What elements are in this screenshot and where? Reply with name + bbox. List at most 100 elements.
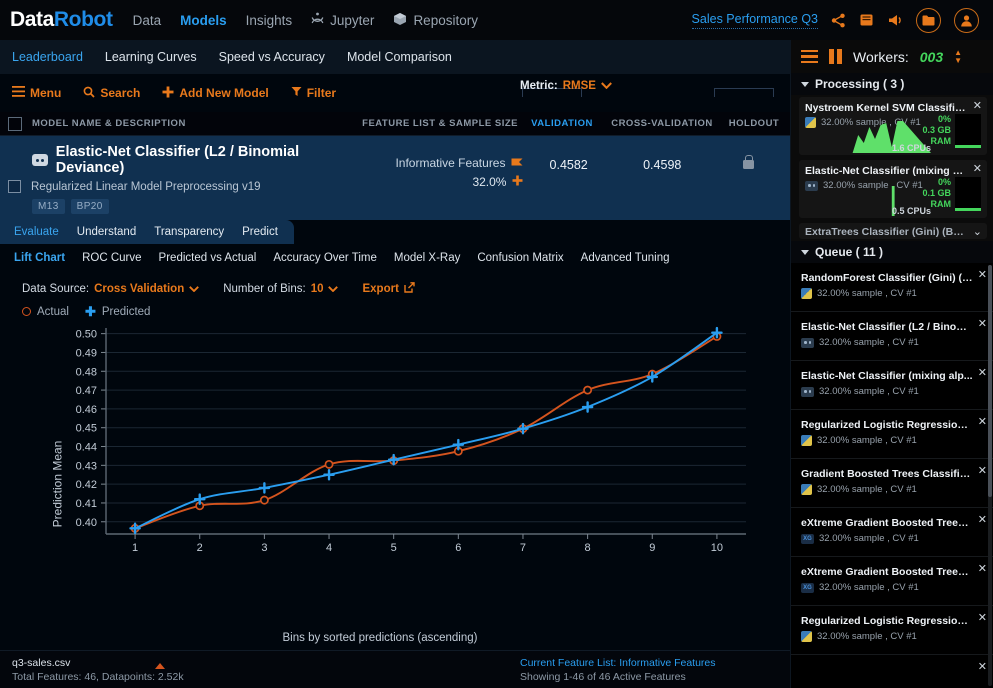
column-validation[interactable]: VALIDATION bbox=[518, 118, 606, 129]
list-item[interactable]: Regularized Logistic Regression (... 32.… bbox=[791, 606, 993, 655]
tab-confusion-matrix[interactable]: Confusion Matrix bbox=[477, 252, 563, 264]
column-feature-list: FEATURE LIST & SAMPLE SIZE bbox=[362, 118, 518, 129]
queue-model-name: RandomForest Classifier (Gini) (36) bbox=[801, 272, 973, 284]
close-icon[interactable]: ✕ bbox=[978, 660, 987, 673]
x-tick-label: 7 bbox=[520, 542, 526, 554]
list-item[interactable]: Gradient Boosted Trees Classifier... 32.… bbox=[791, 459, 993, 508]
processing-model-name: Nystroem Kernel SVM Classifier (... bbox=[805, 102, 981, 114]
legend-item-predicted[interactable]: ✚ Predicted bbox=[85, 305, 151, 318]
lock-icon[interactable] bbox=[742, 155, 754, 169]
chevron-down-icon[interactable]: ⌄ bbox=[973, 227, 982, 238]
tab-roc-curve[interactable]: ROC Curve bbox=[82, 252, 141, 264]
feature-list-value[interactable]: Informative Features bbox=[619, 657, 715, 669]
list-item[interactable]: Regularized Logistic Regression (... 32.… bbox=[791, 410, 993, 459]
queue-scrollbar[interactable] bbox=[988, 265, 992, 686]
tab-lift-chart[interactable]: Lift Chart bbox=[14, 252, 65, 264]
legend-item-actual[interactable]: Actual bbox=[22, 306, 69, 318]
table-row[interactable]: Elastic-Net Classifier (L2 / Binomial De… bbox=[0, 136, 790, 220]
nav-item-data[interactable]: Data bbox=[133, 13, 162, 28]
sidebar-menu-icon[interactable] bbox=[801, 49, 818, 64]
list-item[interactable]: Elastic-Net Classifier (L2 / Binomi... 3… bbox=[791, 312, 993, 361]
tab-accuracy-over-time[interactable]: Accuracy Over Time bbox=[273, 252, 377, 264]
plus-small-icon[interactable] bbox=[512, 175, 523, 189]
tab-predict[interactable]: Predict bbox=[242, 226, 278, 238]
model-checkbox[interactable] bbox=[8, 180, 21, 193]
main-content: Leaderboard Learning Curves Speed vs Acc… bbox=[0, 40, 790, 688]
pause-icon[interactable] bbox=[829, 49, 842, 64]
processing-card[interactable]: Elastic-Net Classifier (mixing alph... ✕… bbox=[799, 160, 987, 218]
megaphone-icon[interactable] bbox=[887, 13, 903, 27]
bins-selector[interactable]: Number of Bins: 10 bbox=[223, 283, 339, 295]
tab-model-xray[interactable]: Model X-Ray bbox=[394, 252, 460, 264]
scrollbar-thumb[interactable] bbox=[988, 265, 992, 497]
tab-learning-curves[interactable]: Learning Curves bbox=[105, 50, 197, 64]
close-icon[interactable]: ✕ bbox=[973, 101, 982, 112]
close-icon[interactable]: ✕ bbox=[978, 611, 987, 624]
queue-model-name: Gradient Boosted Trees Classifier... bbox=[801, 468, 973, 480]
stepper-down-icon: ▼ bbox=[954, 56, 963, 65]
expand-caret-icon[interactable] bbox=[155, 663, 165, 669]
queue-model-name: Elastic-Net Classifier (L2 / Binomi... bbox=[801, 321, 973, 333]
model-subtabs: Evaluate Understand Transparency Predict bbox=[0, 220, 790, 244]
series-predicted bbox=[129, 326, 723, 535]
nav-item-insights[interactable]: Insights bbox=[246, 13, 293, 28]
tab-model-comparison[interactable]: Model Comparison bbox=[347, 50, 452, 64]
filter-label: Filter bbox=[306, 86, 337, 100]
queue-model-meta: 32.00% sample , CV #1 bbox=[801, 631, 973, 642]
x-tick-label: 10 bbox=[711, 542, 723, 554]
search-button[interactable]: Search bbox=[83, 86, 140, 101]
list-item[interactable]: Elastic-Net Classifier (mixing alp... 32… bbox=[791, 361, 993, 410]
project-name[interactable]: Sales Performance Q3 bbox=[691, 12, 818, 29]
filter-icon bbox=[291, 86, 302, 100]
menu-button[interactable]: Menu bbox=[12, 86, 61, 100]
processing-card[interactable]: Nystroem Kernel SVM Classifier (... ✕ 32… bbox=[799, 97, 987, 155]
nav-item-repository[interactable]: Repository bbox=[393, 12, 478, 29]
tab-transparency[interactable]: Transparency bbox=[154, 226, 224, 238]
tab-speed-vs-accuracy[interactable]: Speed vs Accuracy bbox=[219, 50, 325, 64]
add-new-model-button[interactable]: Add New Model bbox=[162, 86, 269, 101]
close-icon[interactable]: ✕ bbox=[978, 513, 987, 526]
processing-ram-label: RAM bbox=[930, 136, 952, 146]
nav-item-models[interactable]: Models bbox=[180, 13, 227, 28]
close-icon[interactable]: ✕ bbox=[973, 164, 982, 175]
top-header: DataRobot Data Models Insights Jupyter R… bbox=[0, 0, 993, 40]
tab-understand[interactable]: Understand bbox=[77, 226, 136, 238]
filter-button[interactable]: Filter bbox=[291, 86, 336, 100]
close-icon[interactable]: ✕ bbox=[978, 268, 987, 281]
export-button[interactable]: Export bbox=[362, 282, 415, 296]
xgboost-icon: XG bbox=[801, 533, 814, 544]
column-cross-validation[interactable]: CROSS-VALIDATION bbox=[606, 118, 718, 129]
column-holdout[interactable]: HOLDOUT bbox=[718, 118, 790, 129]
list-item[interactable]: RandomForest Classifier (Gini) (36) 32.0… bbox=[791, 263, 993, 312]
close-icon[interactable]: ✕ bbox=[978, 317, 987, 330]
metric-selector[interactable]: Metric: RMSE bbox=[520, 80, 612, 92]
user-icon[interactable] bbox=[954, 7, 979, 33]
list-item[interactable]: eXtreme Gradient Boosted Trees ... XG 32… bbox=[791, 557, 993, 606]
data-source-selector[interactable]: Data Source: Cross Validation bbox=[22, 283, 200, 295]
close-icon[interactable]: ✕ bbox=[978, 415, 987, 428]
queue-list[interactable]: RandomForest Classifier (Gini) (36) 32.0… bbox=[791, 263, 993, 688]
processing-section-header[interactable]: Processing ( 3 ) bbox=[791, 73, 993, 95]
book-icon[interactable] bbox=[859, 13, 874, 27]
tab-evaluate[interactable]: Evaluate bbox=[14, 226, 59, 238]
workers-stepper[interactable]: ▲ ▼ bbox=[954, 49, 963, 65]
select-all-checkbox[interactable] bbox=[8, 116, 22, 131]
processing-card[interactable]: ExtraTrees Classifier (Gini) (BP61) ⌄ bbox=[799, 223, 987, 239]
tab-leaderboard[interactable]: Leaderboard bbox=[12, 50, 83, 64]
list-item[interactable]: ✕ bbox=[791, 655, 993, 688]
lift-chart[interactable]: Prediction Mean 0.40 0.41 0.42 0.43 0.44 0.45… bbox=[0, 318, 790, 650]
close-icon[interactable]: ✕ bbox=[978, 366, 987, 379]
table-header: MODEL NAME & DESCRIPTION FEATURE LIST & … bbox=[0, 112, 790, 136]
nav-label-jupyter: Jupyter bbox=[330, 12, 375, 28]
list-item[interactable]: eXtreme Gradient Boosted Trees ... XG 32… bbox=[791, 508, 993, 557]
folder-icon[interactable] bbox=[916, 7, 941, 33]
close-icon[interactable]: ✕ bbox=[978, 464, 987, 477]
tab-predicted-vs-actual[interactable]: Predicted vs Actual bbox=[159, 252, 257, 264]
nav-item-jupyter[interactable]: Jupyter bbox=[311, 12, 374, 29]
share-icon[interactable] bbox=[831, 13, 846, 28]
python-icon bbox=[801, 435, 812, 446]
close-icon[interactable]: ✕ bbox=[978, 562, 987, 575]
datarobot-logo[interactable]: DataRobot bbox=[10, 8, 113, 32]
queue-section-header[interactable]: Queue ( 11 ) bbox=[791, 241, 993, 263]
tab-advanced-tuning[interactable]: Advanced Tuning bbox=[581, 252, 670, 264]
